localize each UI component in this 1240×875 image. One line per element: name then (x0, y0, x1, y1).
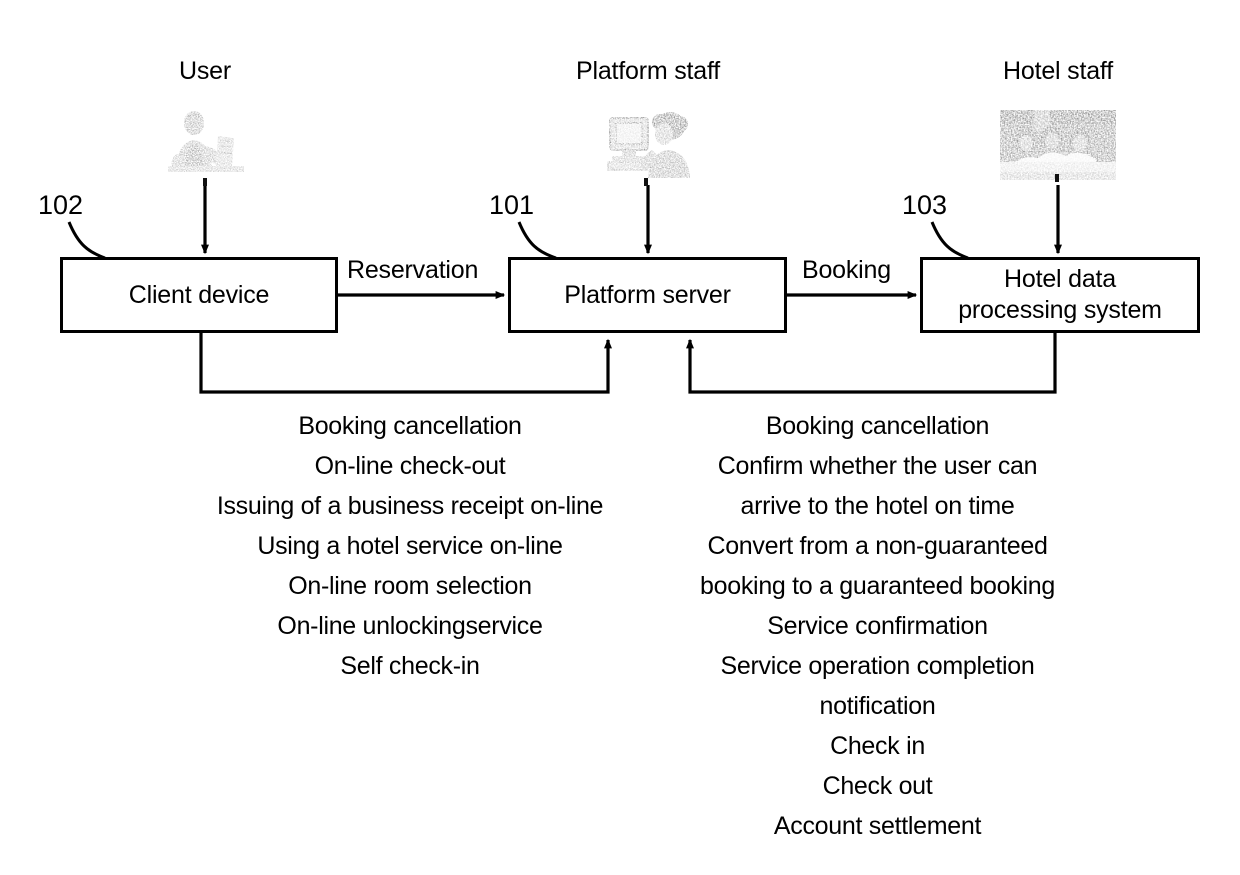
node-hotel-system-label-line1: Hotel data (1004, 265, 1116, 293)
leader-line-101 (517, 221, 557, 260)
feedback-path-left (199, 333, 612, 394)
node-platform-server-label: Platform server (564, 280, 731, 309)
leader-line-102 (67, 221, 106, 260)
actor-label-user: User (179, 57, 231, 85)
node-client-device[interactable]: Client device (60, 257, 338, 333)
leader-line-103 (930, 221, 969, 260)
reference-numeral-102: 102 (38, 190, 84, 220)
node-hotel-data-processing-system[interactable]: Hotel data processing system (920, 257, 1200, 333)
reference-numeral-101: 101 (489, 190, 535, 220)
edge-label-booking: Booking (802, 256, 891, 284)
patent-figure-canvas: User Platform staff Hotel staff 102 101 … (0, 0, 1240, 875)
message-line: Booking cancellation (765, 412, 990, 440)
message-line: arrive to the hotel on time (740, 492, 1015, 520)
message-line: On-line room selection (288, 572, 532, 600)
hotel-staff-photo-icon (1000, 110, 1116, 182)
person-at-desk-icon (156, 106, 256, 186)
node-client-device-label: Client device (128, 280, 270, 309)
message-line: Check in (830, 732, 925, 760)
message-line: Service confirmation (767, 612, 988, 640)
message-list-client-to-server: Booking cancellation On-line check-out I… (105, 406, 715, 686)
node-hotel-system-label-line2: processing system (958, 296, 1162, 324)
message-line: Service operation completion (720, 652, 1035, 680)
message-line: Issuing of a business receipt on-line (216, 492, 604, 520)
message-line: Account settlement (773, 812, 982, 840)
message-line: On-line unlockingservice (277, 612, 543, 640)
message-line: notification (819, 692, 936, 720)
message-line: Using a hotel service on-line (257, 532, 563, 560)
message-line: On-line check-out (314, 452, 506, 480)
person-at-computer-icon (598, 106, 696, 186)
message-line: Self check-in (340, 652, 480, 680)
reference-numeral-103: 103 (902, 190, 948, 220)
feedback-path-right (686, 333, 1057, 394)
message-line: Confirm whether the user can (717, 452, 1038, 480)
message-line: Convert from a non-guaranteed (707, 532, 1048, 560)
message-line: Booking cancellation (298, 412, 522, 440)
message-list-hotel-to-server: Booking cancellation Confirm whether the… (655, 406, 1100, 846)
actor-label-hotel-staff: Hotel staff (1003, 57, 1113, 85)
message-line: booking to a guaranteed booking (700, 572, 1055, 600)
actor-label-platform-staff: Platform staff (575, 57, 720, 85)
edge-label-reservation: Reservation (347, 256, 479, 284)
node-platform-server[interactable]: Platform server (508, 257, 787, 333)
message-line: Check out (822, 772, 933, 800)
